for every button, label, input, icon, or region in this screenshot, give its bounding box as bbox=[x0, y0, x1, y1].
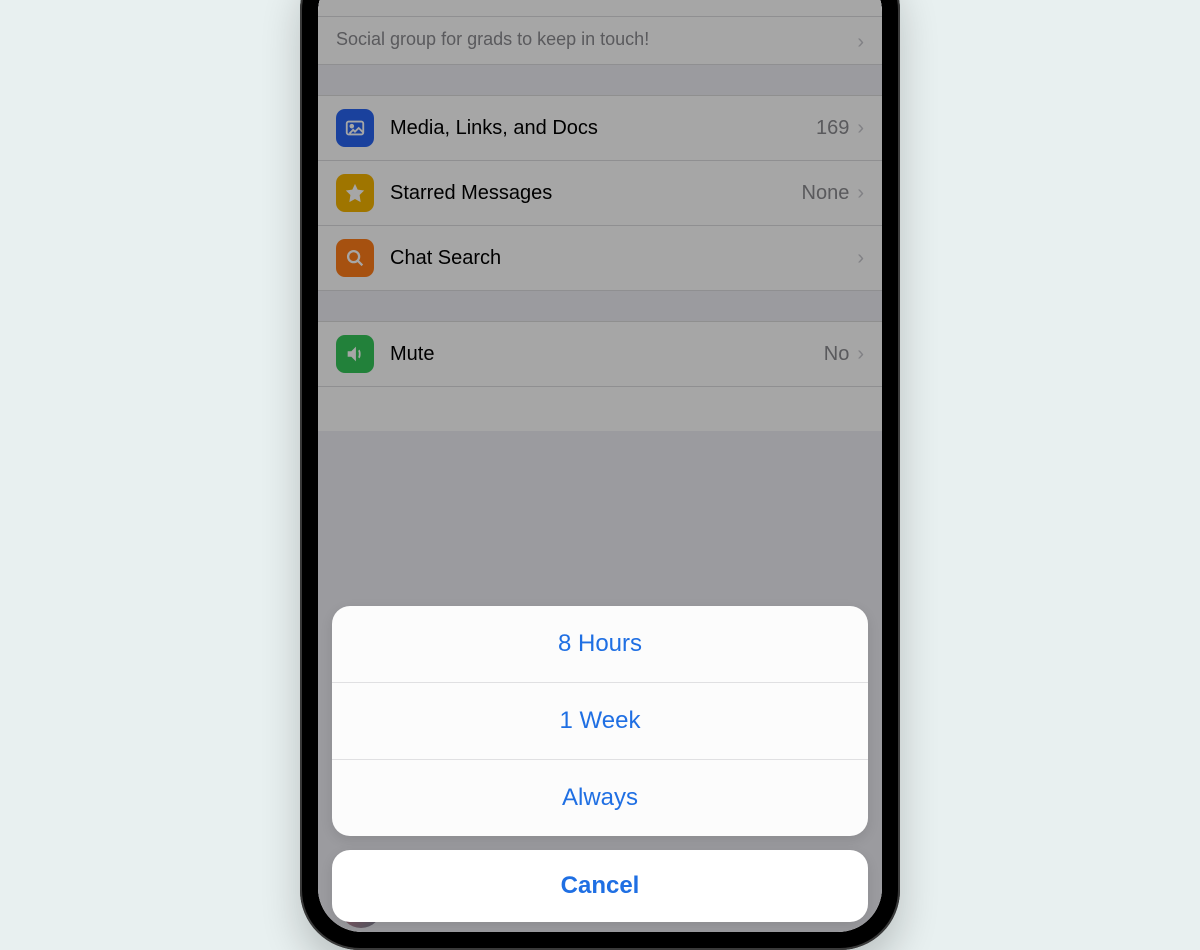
mute-option-1-week[interactable]: 1 Week bbox=[332, 683, 868, 760]
group-info-settings: Class of 2018 › Social group for grads t… bbox=[318, 0, 882, 932]
phone-frame: Class of 2018 › Social group for grads t… bbox=[300, 0, 900, 950]
action-sheet-options: 8 Hours 1 Week Always bbox=[332, 606, 868, 836]
phone-screen: Class of 2018 › Social group for grads t… bbox=[318, 0, 882, 932]
mute-option-always[interactable]: Always bbox=[332, 760, 868, 836]
mute-action-sheet: 8 Hours 1 Week Always Cancel bbox=[318, 606, 882, 922]
cancel-button[interactable]: Cancel bbox=[332, 850, 868, 922]
mute-option-8-hours[interactable]: 8 Hours bbox=[332, 606, 868, 683]
